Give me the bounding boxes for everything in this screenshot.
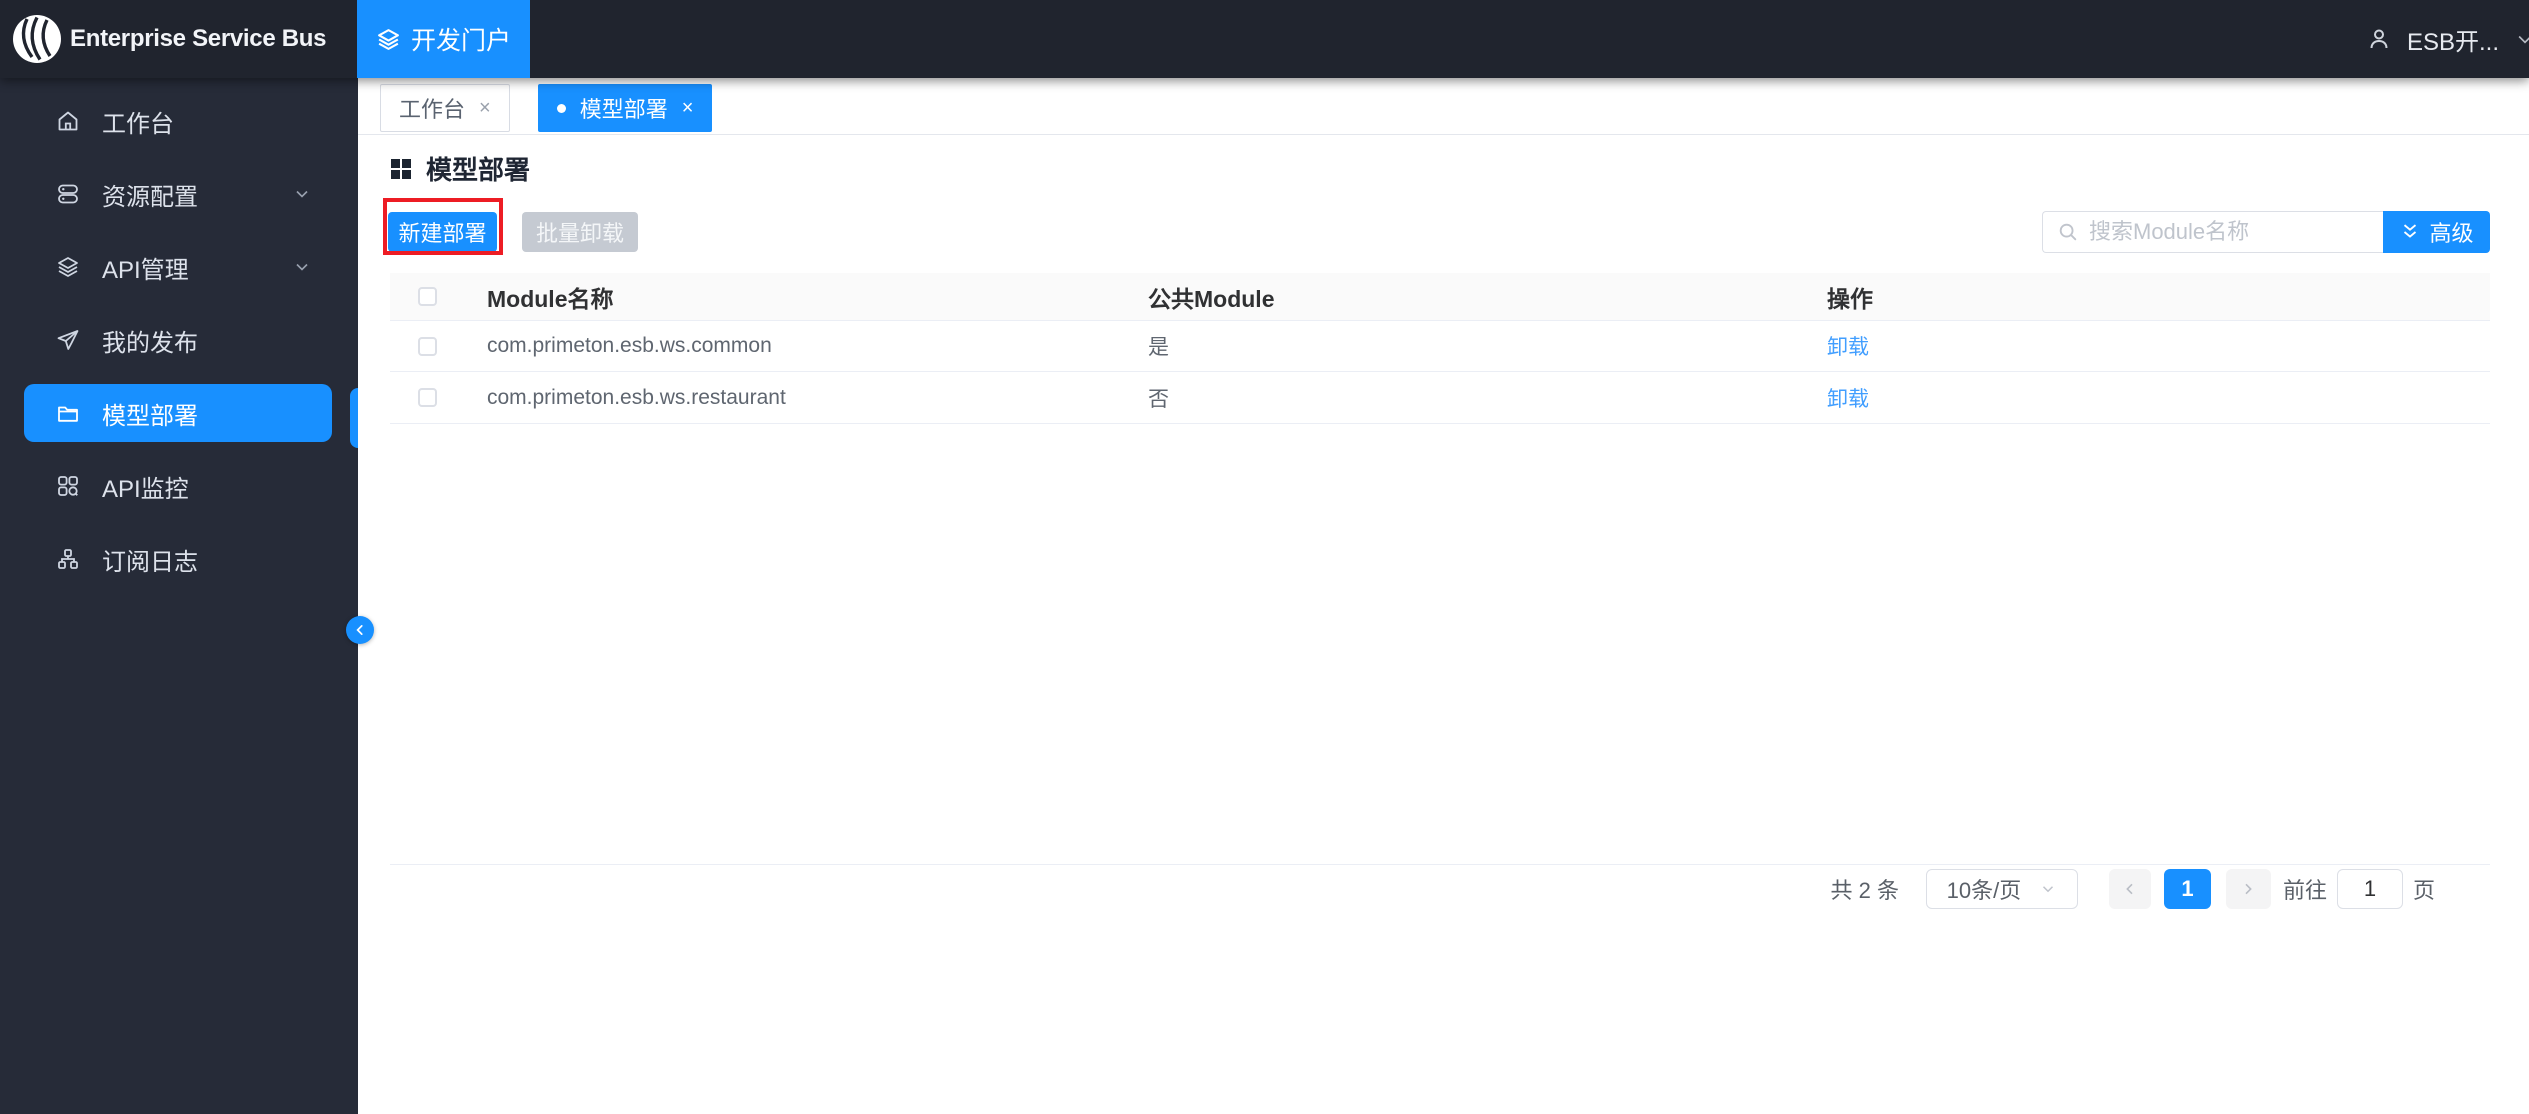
user-icon bbox=[2370, 29, 2388, 49]
unload-link[interactable]: 卸载 bbox=[1827, 388, 1869, 411]
table-row: com.primeton.esb.ws.restaurant 否 卸载 bbox=[390, 372, 2490, 424]
chevron-down-icon bbox=[2043, 886, 2054, 893]
layers-icon bbox=[58, 257, 78, 277]
tab-model-deploy[interactable]: 模型部署 × bbox=[537, 84, 713, 132]
sidebar-collapse-button[interactable] bbox=[346, 616, 374, 644]
grid-icon bbox=[391, 158, 411, 179]
sidebar-item-label: 模型部署 bbox=[102, 402, 198, 430]
row-checkbox[interactable] bbox=[418, 336, 437, 356]
current-page-button[interactable]: 1 bbox=[2163, 869, 2211, 909]
sidebar-item-subscription-log[interactable]: 订阅日志 bbox=[24, 530, 332, 588]
user-name: ESB开... bbox=[2406, 28, 2499, 56]
close-icon[interactable]: × bbox=[479, 98, 491, 118]
home-icon bbox=[58, 111, 78, 131]
folder-icon bbox=[58, 406, 78, 422]
send-icon bbox=[57, 330, 79, 350]
new-deploy-button[interactable]: 新建部署 bbox=[388, 212, 497, 252]
sidebar-item-model-deploy[interactable]: 模型部署 bbox=[24, 384, 332, 442]
search-icon bbox=[2059, 223, 2077, 241]
table-bottom-divider bbox=[390, 864, 2490, 865]
chevron-down-icon bbox=[2518, 35, 2529, 44]
active-dot bbox=[556, 103, 566, 113]
sidebar-item-api-management[interactable]: API管理 bbox=[24, 238, 332, 296]
page-size-value: 10条/页 bbox=[1946, 878, 2022, 903]
pagination: 共 2 条 10条/页 1 前往 页 bbox=[1830, 869, 2435, 909]
chevron-left-icon bbox=[356, 625, 363, 635]
unload-link[interactable]: 卸载 bbox=[1827, 336, 1869, 359]
sidebar-item-api-monitor[interactable]: API监控 bbox=[24, 457, 332, 515]
advanced-search-button[interactable]: 高级 bbox=[2383, 211, 2490, 253]
layers-icon bbox=[378, 28, 399, 50]
col-header-action: 操作 bbox=[1827, 285, 1873, 312]
advanced-label: 高级 bbox=[2429, 221, 2474, 246]
chevron-down-icon bbox=[296, 190, 308, 198]
table-header-row: Module名称 公共Module 操作 bbox=[390, 273, 2490, 320]
select-all-checkbox[interactable] bbox=[418, 287, 437, 306]
chevron-right-icon bbox=[2245, 883, 2253, 895]
resources-icon bbox=[58, 184, 78, 204]
tab-workbench[interactable]: 工作台 × bbox=[380, 84, 510, 132]
page-size-select[interactable]: 10条/页 bbox=[1925, 869, 2078, 909]
brand-logo bbox=[13, 15, 61, 63]
sidebar-item-label: API管理 bbox=[102, 256, 189, 284]
module-table: Module名称 公共Module 操作 com.primeton.esb.ws… bbox=[390, 273, 2490, 424]
cell-module-name: com.primeton.esb.ws.common bbox=[487, 334, 772, 357]
goto-page-input[interactable] bbox=[2336, 869, 2403, 909]
sidebar-item-my-publish[interactable]: 我的发布 bbox=[24, 311, 332, 369]
cell-public-module: 否 bbox=[1148, 387, 1169, 411]
sidebar: 工作台 资源配置 API管理 我的发布 模型部署 API监控 订阅日志 bbox=[0, 78, 358, 1114]
double-chevron-down-icon bbox=[2404, 224, 2417, 238]
total-count: 共 2 条 bbox=[1830, 878, 1899, 903]
prev-page-button[interactable] bbox=[2108, 869, 2151, 909]
page-title: 模型部署 bbox=[426, 155, 531, 185]
main-content: 工作台 × 模型部署 × 模型部署 新建部署 批量卸载 搜索Module名称 高… bbox=[358, 78, 2529, 1114]
goto-label: 前往 bbox=[2282, 878, 2327, 903]
sidebar-item-workbench[interactable]: 工作台 bbox=[24, 92, 332, 150]
sidebar-item-label: 我的发布 bbox=[102, 329, 198, 357]
brand-title: Enterprise Service Bus bbox=[70, 25, 327, 52]
sidebar-item-label: 订阅日志 bbox=[102, 548, 198, 576]
app-window: Enterprise Service Bus 开发门户 ESB开... 工作台 … bbox=[0, 0, 2529, 1114]
next-page-button[interactable] bbox=[2225, 869, 2271, 909]
tab-bar: 工作台 × 模型部署 × bbox=[358, 78, 2529, 135]
topbar: Enterprise Service Bus 开发门户 ESB开... bbox=[0, 0, 2529, 78]
sidebar-item-resources[interactable]: 资源配置 bbox=[24, 165, 332, 223]
table-row: com.primeton.esb.ws.common 是 卸载 bbox=[390, 320, 2490, 372]
col-header-public-module: 公共Module bbox=[1148, 285, 1275, 312]
tab-label: 工作台 bbox=[399, 97, 466, 122]
col-header-module-name: Module名称 bbox=[487, 285, 614, 312]
search-group: 高级 bbox=[2042, 211, 2490, 253]
cell-public-module: 是 bbox=[1148, 336, 1169, 359]
sidebar-item-label: 资源配置 bbox=[102, 183, 198, 211]
nav-dev-portal-label: 开发门户 bbox=[410, 27, 511, 55]
row-checkbox[interactable] bbox=[418, 388, 437, 407]
search-input[interactable] bbox=[2089, 219, 2369, 245]
page-unit-label: 页 bbox=[2412, 878, 2435, 903]
monitor-icon bbox=[58, 476, 78, 496]
chevron-left-icon bbox=[2126, 883, 2133, 895]
tab-label: 模型部署 bbox=[579, 97, 668, 122]
active-item-edge-indicator bbox=[350, 388, 358, 448]
share-icon bbox=[58, 549, 78, 569]
chevron-down-icon bbox=[296, 263, 308, 271]
cell-module-name: com.primeton.esb.ws.restaurant bbox=[487, 385, 786, 409]
close-icon[interactable]: × bbox=[682, 98, 694, 118]
batch-unload-button[interactable]: 批量卸载 bbox=[522, 212, 638, 252]
search-box bbox=[2042, 211, 2383, 253]
nav-dev-portal[interactable]: 开发门户 bbox=[357, 0, 530, 78]
sidebar-item-label: API监控 bbox=[102, 475, 189, 503]
sidebar-item-label: 工作台 bbox=[102, 110, 174, 138]
page-header: 模型部署 bbox=[390, 150, 530, 187]
user-menu[interactable]: ESB开... bbox=[2367, 0, 2529, 78]
